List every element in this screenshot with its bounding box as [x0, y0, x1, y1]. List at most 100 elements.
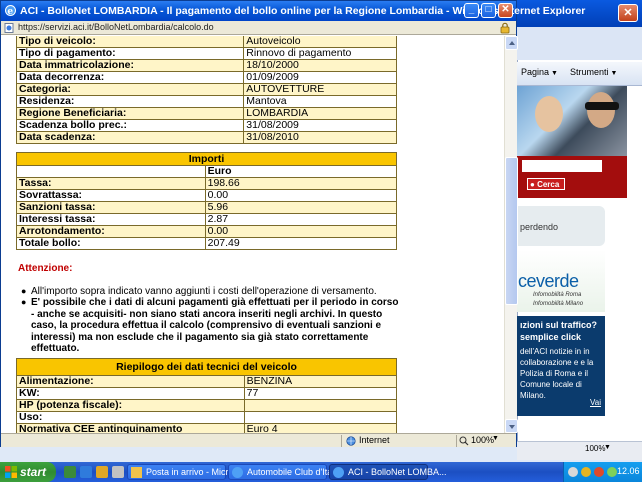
row-label: Arrotondamento:: [16, 225, 206, 238]
row-value: 198.66: [204, 177, 398, 190]
currency-header: Euro: [204, 165, 398, 178]
background-search-input[interactable]: [522, 160, 602, 172]
row-label: HP (potenza fiscale):: [16, 399, 245, 412]
bullet-icon: ●: [21, 297, 27, 307]
ie-icon: [232, 467, 243, 478]
table-row: Alimentazione: BENZINA: [16, 375, 398, 388]
table-row: Sovrattassa: 0.00: [16, 189, 398, 202]
row-value: 31/08/2009: [243, 119, 397, 132]
row-value: Autoveicolo: [243, 36, 397, 48]
row-label: Sovrattassa:: [16, 189, 206, 202]
background-close-button[interactable]: ✕: [618, 4, 638, 22]
titlebar: e ACI - BolloNet LOMBARDIA - Il pagament…: [1, 1, 585, 21]
table-row: Regione Beneficiaria: LOMBARDIA: [15, 107, 397, 120]
row-value: 0.00: [204, 189, 398, 202]
table-row: Categoria: AUTOVETTURE: [15, 83, 397, 96]
status-bar: Internet 100% ▼: [1, 433, 516, 447]
minimize-button[interactable]: _: [464, 3, 479, 18]
lock-icon[interactable]: [499, 22, 511, 34]
chevron-down-icon[interactable]: ▼: [604, 444, 611, 451]
close-button[interactable]: ✕: [498, 3, 513, 18]
importi-title: Importi: [16, 152, 397, 166]
table-row: HP (potenza fiscale):: [16, 399, 398, 412]
promo-photo: [517, 86, 627, 156]
popup-window: e ACI - BolloNet LOMBARDIA - Il pagament…: [0, 0, 585, 447]
row-label: Uso:: [16, 411, 245, 424]
luceverde-logo: ceverde: [518, 271, 579, 291]
row-value: 0.00: [204, 225, 398, 238]
note-item: ● E' possibile che i dati di alcuni paga…: [21, 297, 399, 354]
zoom-level[interactable]: 100%: [471, 435, 494, 445]
luceverde-roma: Infomobilità Roma: [533, 292, 582, 298]
pagina-menu[interactable]: Pagina ▼: [521, 67, 558, 77]
table-row: Tipo di veicolo: Autoveicolo: [15, 36, 397, 48]
address-bar: https://servizi.aci.it/BolloNetLombardia…: [1, 21, 516, 35]
row-value: [243, 399, 398, 412]
row-value: BENZINA: [243, 375, 398, 388]
ie-icon: [333, 467, 344, 478]
globe-icon: [346, 436, 356, 446]
scroll-down-button[interactable]: [505, 419, 518, 433]
task-aci-home[interactable]: Automobile Club d'Ital...: [228, 464, 342, 480]
maximize-button[interactable]: □: [481, 3, 496, 18]
network-icon[interactable]: [568, 467, 578, 477]
table-row: Normativa CEE antinquinamento Euro 4: [16, 423, 398, 433]
zoom-icon[interactable]: [459, 436, 469, 446]
traffic-click: semplice click: [520, 332, 582, 342]
note-item: ● All'importo sopra indicato vanno aggiu…: [21, 286, 377, 297]
row-label: Tipo di pagamento:: [15, 47, 245, 60]
background-zoom[interactable]: 100%: [585, 444, 605, 453]
ie-quicklaunch-icon[interactable]: [80, 466, 92, 478]
row-label: Regione Beneficiaria:: [15, 107, 245, 120]
security-zone: Internet: [359, 435, 390, 445]
table-row: Data scadenza: 31/08/2010: [15, 131, 397, 144]
row-label: KW:: [16, 387, 245, 400]
row-value: 01/09/2009: [243, 71, 397, 84]
row-label: Normativa CEE antinquinamento: [16, 423, 245, 433]
ie-icon: e: [5, 5, 16, 17]
url-text[interactable]: https://servizi.aci.it/BolloNetLombardia…: [18, 22, 214, 32]
table-row: KW: 77: [16, 387, 398, 400]
row-value: 207.49: [204, 237, 398, 250]
table-row: Tipo di pagamento: Rinnovo di pagamento: [15, 47, 397, 60]
table-row: Residenza: Mantova: [15, 95, 397, 108]
row-label: Categoria:: [15, 83, 245, 96]
chevron-down-icon[interactable]: ▼: [492, 435, 499, 442]
row-value: [243, 411, 398, 424]
row-value: 18/10/2000: [243, 59, 397, 72]
strumenti-menu[interactable]: Strumenti ▼: [570, 67, 617, 77]
cerca-button[interactable]: ● Cerca: [527, 178, 565, 190]
tech-title: Riepilogo dei dati tecnici del veicolo: [16, 358, 397, 376]
vertical-scrollbar[interactable]: [504, 36, 518, 433]
mediaplayer-quicklaunch-icon[interactable]: [112, 466, 124, 478]
background-statusbar: [517, 441, 642, 460]
start-button[interactable]: start: [0, 462, 56, 482]
row-value: 31/08/2010: [243, 131, 397, 144]
vai-link[interactable]: Vai: [590, 398, 601, 407]
security-icon[interactable]: [581, 467, 591, 477]
clock[interactable]: 12.06: [617, 466, 640, 476]
traffic-text: dell'ACI notizie in in collaborazione e …: [520, 347, 594, 400]
task-outlook[interactable]: Posta in arrivo - Micro...: [127, 464, 241, 480]
mail-icon: [131, 467, 142, 478]
scroll-thumb[interactable]: [505, 157, 518, 305]
desktop-quicklaunch-icon[interactable]: [64, 466, 76, 478]
task-bollonet[interactable]: ACI - BolloNet LOMBA...: [329, 464, 447, 480]
luceverde-milano: Infomobilità Milano: [533, 301, 584, 307]
start-label: start: [20, 465, 47, 479]
row-value: 5.96: [204, 201, 398, 214]
row-value: LOMBARDIA: [243, 107, 397, 120]
table-row: Totale bollo: 207.49: [16, 237, 398, 250]
row-label: Data decorrenza:: [15, 71, 245, 84]
banner-text: perdendo: [520, 222, 559, 232]
scroll-up-button[interactable]: [505, 36, 518, 50]
antivirus-icon[interactable]: [594, 467, 604, 477]
windows-flag-icon: [5, 466, 17, 478]
row-value: AUTOVETTURE: [243, 83, 397, 96]
outlook-quicklaunch-icon[interactable]: [96, 466, 108, 478]
row-label: Residenza:: [15, 95, 245, 108]
row-value: Rinnovo di pagamento: [243, 47, 397, 60]
svg-text:e: e: [7, 7, 13, 17]
volume-icon[interactable]: [607, 467, 617, 477]
table-row: Data decorrenza: 01/09/2009: [15, 71, 397, 84]
